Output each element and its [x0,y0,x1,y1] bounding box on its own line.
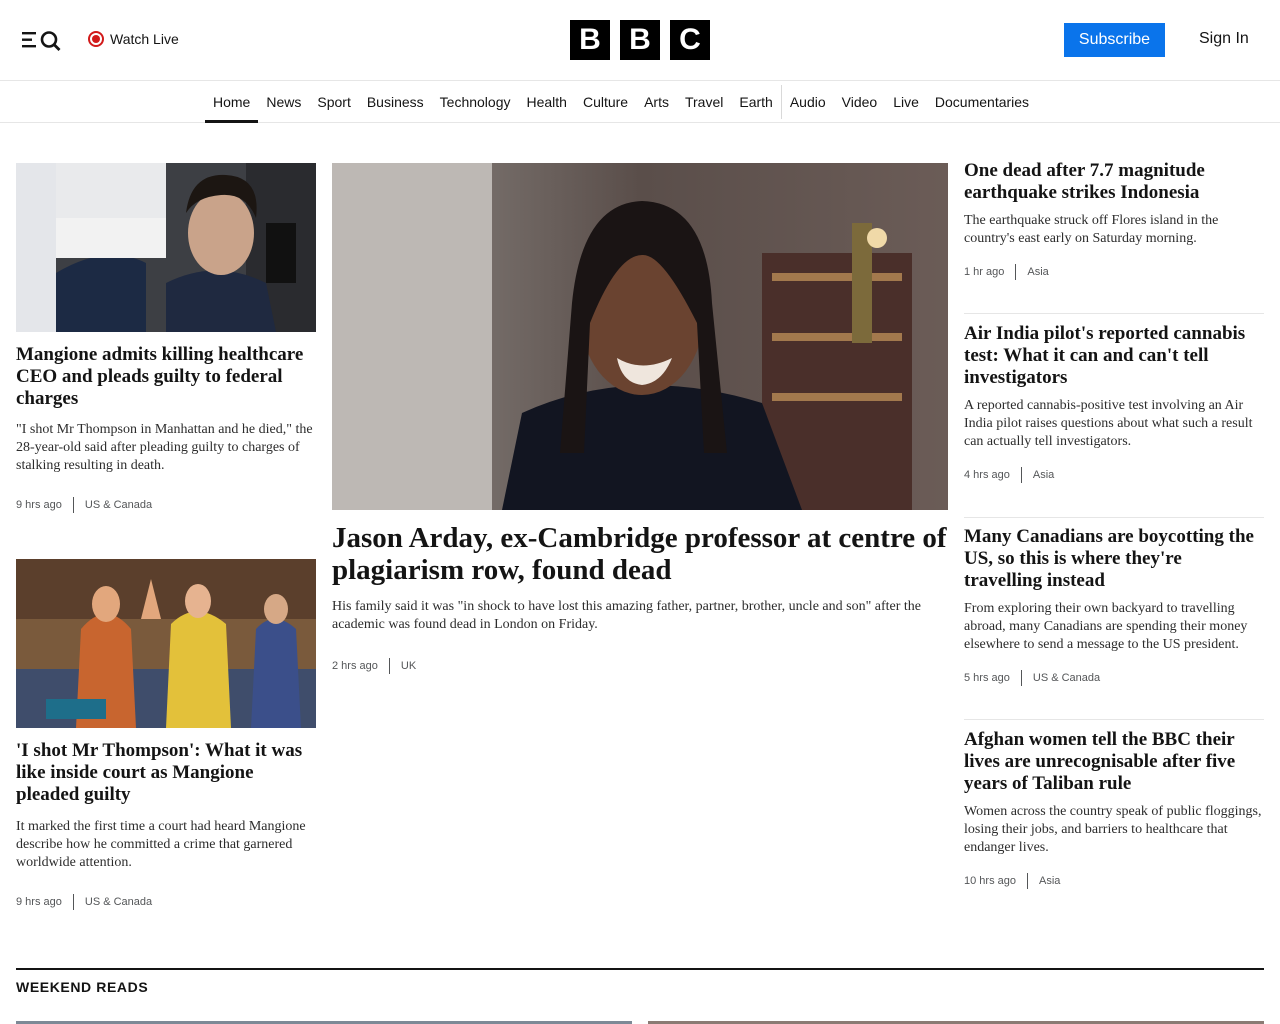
nav-item-live[interactable]: Live [885,81,927,123]
story-section-link[interactable]: Asia [1033,469,1054,481]
story-meta: 4 hrs ago Asia [964,467,1264,483]
nav-item-health[interactable]: Health [518,81,574,123]
story-summary: "I shot Mr Thompson in Manhattan and he … [16,422,313,473]
meta-divider [72,497,74,513]
story-section-link[interactable]: UK [401,660,416,672]
story-time: 1 hr ago [964,266,1005,278]
nav-item-documentaries[interactable]: Documentaries [927,81,1037,123]
section-title: WEEKEND READS [16,979,149,995]
story-summary: It marked the first time a court had hea… [16,819,306,870]
story-time: 4 hrs ago [964,469,1010,481]
main-story-image[interactable] [332,163,948,510]
story-image[interactable] [16,559,316,728]
menu-search-icon [22,31,61,51]
story-divider [964,719,1264,720]
meta-divider [1026,873,1028,889]
meta-divider [388,658,390,674]
story-divider [964,313,1264,314]
story-time: 10 hrs ago [964,875,1016,887]
watch-live-link[interactable]: Watch Live [88,29,179,49]
story-summary: Women across the country speak of public… [964,804,1262,855]
nav-item-audio[interactable]: Audio [782,81,834,123]
subscribe-button[interactable]: Subscribe [1064,23,1165,57]
story-headline[interactable]: Afghan women tell the BBC their lives ar… [964,729,1264,795]
story-card[interactable]: Air India pilot's reported cannabis test… [964,323,1264,483]
story-headline[interactable]: Mangione admits killing healthcare CEO a… [16,344,316,410]
logo-letter-b1: B [570,20,610,60]
story-card[interactable]: One dead after 7.7 magnitude earthquake … [964,160,1264,280]
site-header: Watch Live B B C Subscribe Sign In [0,0,1280,81]
story-summary: From exploring their own backyard to tra… [964,601,1248,652]
arday-portrait [332,163,948,510]
story-meta: 10 hrs ago Asia [964,873,1264,889]
story-section-link[interactable]: Asia [1039,875,1060,887]
logo-letter-b2: B [620,20,660,60]
story-card[interactable]: Afghan women tell the BBC their lives ar… [964,729,1264,889]
story-meta: 9 hrs ago US & Canada [16,894,316,910]
story-summary: The earthquake struck off Flores island … [964,213,1219,246]
story-image[interactable] [16,163,316,332]
nav-list: Home News Sport Business Technology Heal… [205,81,1037,123]
nav-item-home[interactable]: Home [205,81,259,123]
nav-item-technology[interactable]: Technology [432,81,519,123]
nav-item-sport[interactable]: Sport [309,81,358,123]
story-time: 5 hrs ago [964,672,1010,684]
story-time: 9 hrs ago [16,499,62,511]
nav-item-video[interactable]: Video [834,81,886,123]
main-story-summary: His family said it was "in shock to have… [332,599,922,632]
meta-divider [1020,467,1022,483]
nav-item-business[interactable]: Business [359,81,432,123]
main-story-headline[interactable]: Jason Arday, ex-Cambridge professor at c… [332,522,948,586]
story-summary: A reported cannabis-positive test involv… [964,398,1253,449]
story-section-link[interactable]: US & Canada [1033,672,1100,684]
logo-letter-c: C [670,20,710,60]
story-headline[interactable]: 'I shot Mr Thompson': What it was like i… [16,740,316,806]
story-divider [964,517,1264,518]
story-headline[interactable]: Air India pilot's reported cannabis test… [964,323,1264,389]
nav-item-travel[interactable]: Travel [677,81,731,123]
bbc-logo[interactable]: B B C [570,20,710,60]
section-rule [16,968,1264,970]
story-time: 2 hrs ago [332,660,378,672]
story-card[interactable]: Mangione admits killing healthcare CEO a… [16,163,316,513]
story-section-link[interactable]: Asia [1027,266,1048,278]
main-nav: Home News Sport Business Technology Heal… [0,81,1280,123]
meta-divider [1020,670,1022,686]
nav-item-arts[interactable]: Arts [636,81,677,123]
mangione-photo [16,163,316,332]
story-time: 9 hrs ago [16,896,62,908]
menu-search-button[interactable] [22,28,62,52]
story-meta: 1 hr ago Asia [964,264,1264,280]
story-meta: 5 hrs ago US & Canada [964,670,1264,686]
sign-in-link[interactable]: Sign In [1199,30,1249,48]
story-card[interactable]: 'I shot Mr Thompson': What it was like i… [16,559,316,910]
story-section-link[interactable]: US & Canada [85,499,152,511]
court-sketch-image [16,559,316,728]
story-headline[interactable]: Many Canadians are boycotting the US, so… [964,526,1264,592]
meta-divider [1015,264,1017,280]
nav-item-news[interactable]: News [258,81,309,123]
story-headline[interactable]: One dead after 7.7 magnitude earthquake … [964,160,1264,204]
story-meta: 9 hrs ago US & Canada [16,497,316,513]
nav-item-culture[interactable]: Culture [575,81,636,123]
watch-live-label: Watch Live [110,31,179,47]
live-icon [88,31,104,47]
meta-divider [72,894,74,910]
main-story-meta: 2 hrs ago UK [332,658,948,674]
nav-item-earth[interactable]: Earth [731,81,780,123]
main-story-card[interactable]: Jason Arday, ex-Cambridge professor at c… [332,163,948,674]
story-card[interactable]: Many Canadians are boycotting the US, so… [964,526,1264,686]
story-section-link[interactable]: US & Canada [85,896,152,908]
